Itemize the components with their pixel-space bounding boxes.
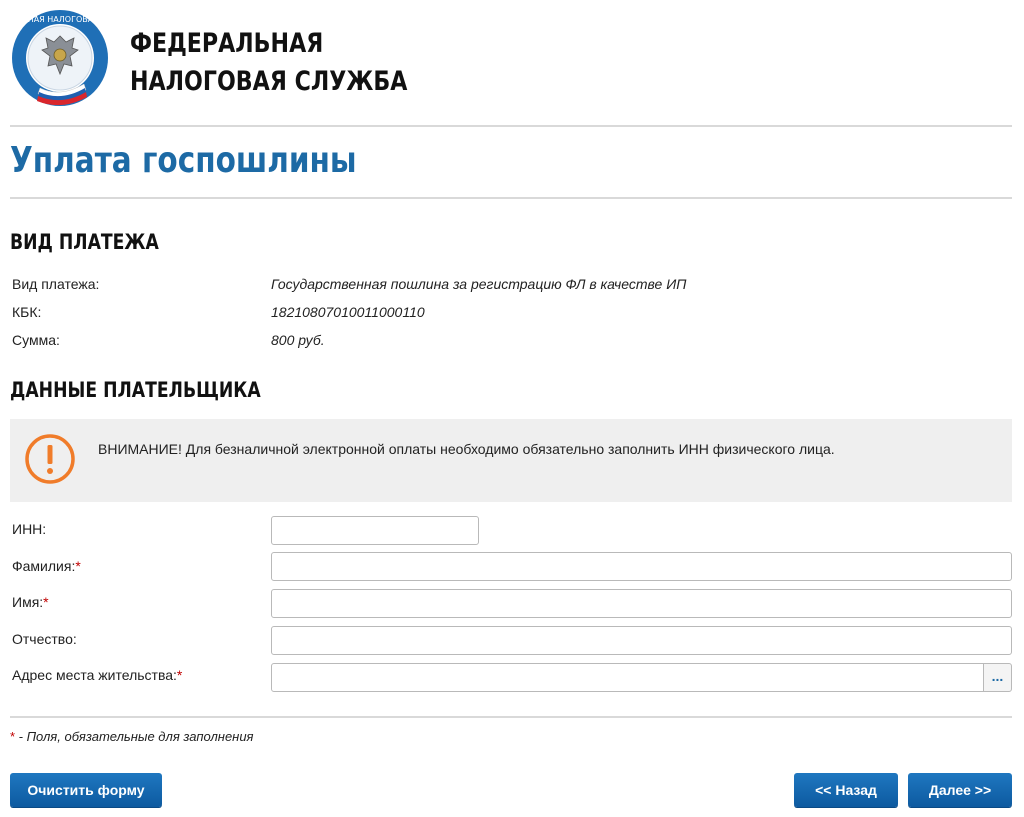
last-name-label-text: Фамилия: (12, 558, 76, 574)
footnote-text: - Поля, обязательные для заполнения (15, 729, 254, 744)
payment-type-label: Вид платежа: (12, 276, 100, 292)
amount-value: 800 руб. (271, 332, 325, 348)
patronymic-input[interactable] (271, 626, 1012, 655)
patronymic-label: Отчество: (12, 631, 77, 647)
org-name-line2: НАЛОГОВАЯ СЛУЖБА (130, 66, 408, 97)
last-name-input[interactable] (271, 552, 1012, 581)
required-footnote: * - Поля, обязательные для заполнения (10, 729, 254, 744)
first-name-input[interactable] (271, 589, 1012, 618)
warning-icon (25, 434, 75, 484)
address-label-text: Адрес места жительства: (12, 667, 177, 683)
notice-text: ВНИМАНИЕ! Для безналичной электронной оп… (98, 441, 835, 457)
notice-box: ВНИМАНИЕ! Для безналичной электронной оп… (10, 419, 1012, 502)
inn-label: ИНН: (12, 521, 47, 537)
required-mark: * (75, 558, 81, 574)
address-picker-button[interactable]: ... (983, 663, 1012, 692)
first-name-label-text: Имя: (12, 594, 44, 610)
payment-type-section-title: ВИД ПЛАТЕЖА (10, 230, 159, 254)
back-button[interactable]: << Назад (794, 773, 898, 807)
clear-form-button[interactable]: Очистить форму (10, 773, 162, 807)
logo-circular-text: ФЕДЕРАЛЬНАЯ НАЛОГОВАЯ СЛУЖБА (10, 15, 110, 24)
next-button[interactable]: Далее >> (908, 773, 1012, 807)
last-name-label: Фамилия:* (12, 558, 81, 574)
address-label: Адрес места жительства:* (12, 667, 182, 683)
amount-label: Сумма: (12, 332, 60, 348)
header-divider (10, 125, 1012, 127)
inn-input[interactable] (271, 516, 479, 545)
page-title: Уплата госпошлины (10, 140, 357, 181)
org-name-line1: ФЕДЕРАЛЬНАЯ (130, 28, 324, 59)
payer-section-title: ДАННЫЕ ПЛАТЕЛЬЩИКА (10, 378, 261, 402)
payment-type-value: Государственная пошлина за регистрацию Ф… (271, 276, 687, 292)
required-mark: * (176, 667, 183, 683)
first-name-label: Имя:* (12, 594, 49, 610)
fns-emblem-logo: ФЕДЕРАЛЬНАЯ НАЛОГОВАЯ СЛУЖБА (10, 10, 110, 106)
kbk-value: 18210807010011000110 (271, 304, 425, 320)
title-divider (10, 197, 1012, 199)
required-mark: * (43, 594, 49, 610)
form-divider (10, 716, 1012, 718)
kbk-label: КБК: (12, 304, 42, 320)
address-input[interactable] (271, 663, 984, 692)
org-name: ФЕДЕРАЛЬНАЯ НАЛОГОВАЯ СЛУЖБА (130, 25, 407, 101)
